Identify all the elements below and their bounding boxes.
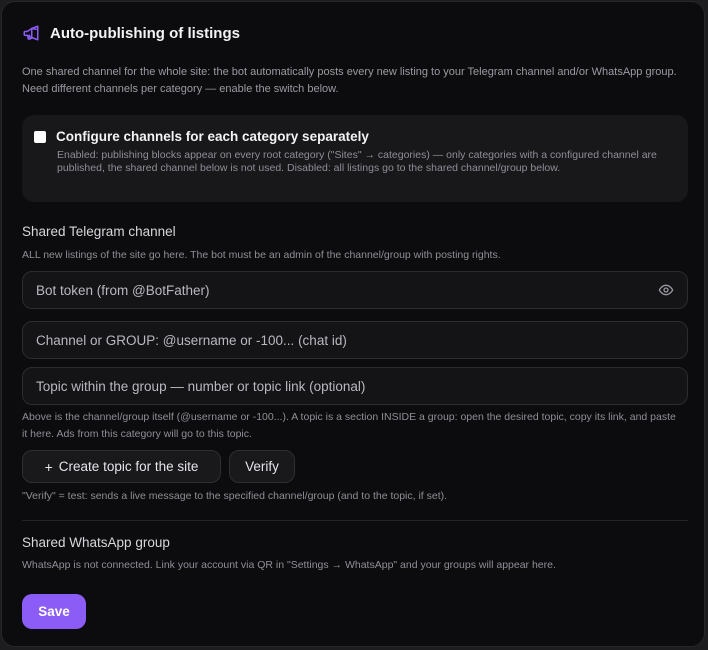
plus-icon: + [44,458,53,475]
whatsapp-section-title: Shared WhatsApp group [22,535,170,550]
bot-token-input[interactable]: Bot token (from @BotFather) [22,271,688,309]
create-topic-button[interactable]: + Create topic for the site [22,450,221,483]
verify-hint: "Verify" = test: sends a live message to… [22,490,448,502]
topic-input[interactable]: Topic within the group — number or topic… [22,367,688,405]
save-button[interactable]: Save [22,594,86,629]
per-category-label[interactable]: Configure channels for each category sep… [56,128,369,146]
topic-hint: Above is the channel/group itself (@user… [22,411,676,440]
verify-button[interactable]: Verify [229,450,295,483]
per-category-checkbox[interactable] [34,131,46,143]
page-title: Auto-publishing of listings [50,24,240,42]
telegram-section-title: Shared Telegram channel [22,224,176,239]
intro-text: One shared channel for the whole site: t… [22,66,677,95]
card-header: Auto-publishing of listings [22,24,240,42]
megaphone-icon [23,25,39,41]
category-toggle-box: Configure channels for each category sep… [22,115,688,202]
bot-token-placeholder: Bot token (from @BotFather) [36,282,210,298]
channel-input[interactable]: Channel or GROUP: @username or -100... (… [22,321,688,359]
whatsapp-section-description: WhatsApp is not connected. Link your acc… [22,559,556,571]
telegram-section-description: ALL new listings of the site go here. Th… [22,249,501,261]
channel-placeholder: Channel or GROUP: @username or -100... (… [36,332,347,348]
topic-placeholder: Topic within the group — number or topic… [36,378,366,394]
autopublish-card: Auto-publishing of listings One shared c… [1,1,705,647]
section-divider [22,520,688,521]
per-category-hint: Enabled: publishing blocks appear on eve… [57,149,657,174]
create-topic-label: Create topic for the site [58,459,199,474]
verify-label: Verify [245,459,279,474]
eye-icon[interactable] [658,282,674,298]
